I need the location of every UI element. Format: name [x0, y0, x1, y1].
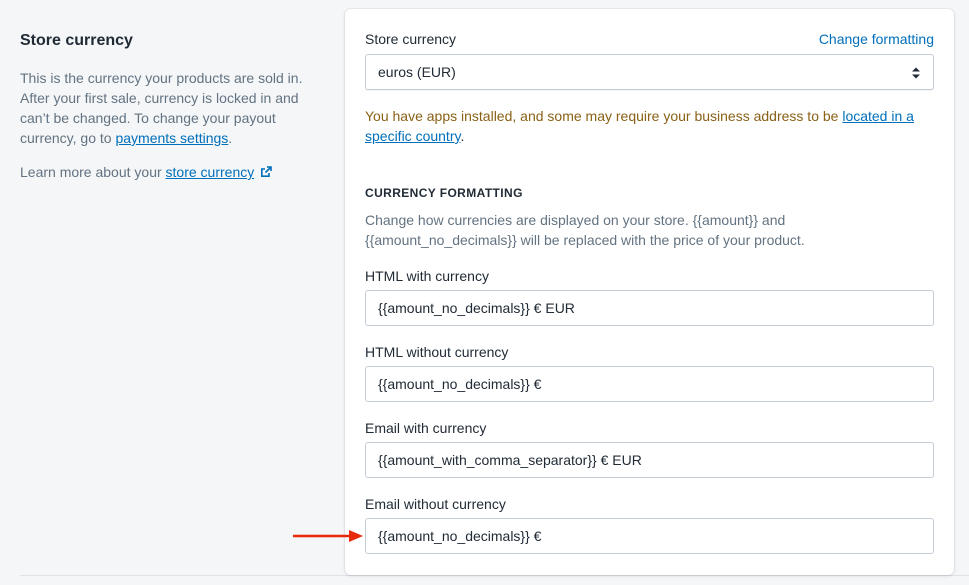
- currency-formatting-description: Change how currencies are displayed on y…: [365, 212, 805, 248]
- email-with-currency-label: Email with currency: [365, 420, 487, 436]
- payments-settings-link[interactable]: payments settings: [115, 130, 228, 146]
- change-formatting-link[interactable]: Change formatting: [819, 29, 934, 49]
- learn-more-text: Learn more about your store currency: [20, 162, 310, 182]
- store-currency-section-info: Store currency This is the currency your…: [20, 30, 310, 182]
- store-currency-link[interactable]: store currency: [166, 164, 255, 180]
- html-without-currency-input[interactable]: [365, 366, 934, 402]
- section-description: This is the currency your products are s…: [20, 70, 303, 146]
- currency-select[interactable]: euros (EUR): [365, 54, 934, 90]
- html-without-currency-label: HTML without currency: [365, 344, 509, 360]
- currency-formatting-heading: CURRENCY FORMATTING: [365, 186, 523, 200]
- apps-warning: You have apps installed, and some may re…: [365, 108, 914, 144]
- html-with-currency-input[interactable]: [365, 290, 934, 326]
- section-divider: [20, 575, 969, 576]
- email-with-currency-input[interactable]: [365, 442, 934, 478]
- store-currency-label: Store currency: [365, 31, 457, 47]
- select-arrows-icon: [912, 67, 920, 79]
- external-link-icon[interactable]: [260, 166, 273, 178]
- section-title: Store currency: [20, 32, 133, 49]
- email-without-currency-label: Email without currency: [365, 496, 506, 512]
- currency-select-value: euros (EUR): [378, 64, 456, 80]
- html-with-currency-label: HTML with currency: [365, 268, 489, 284]
- annotation-arrow-icon: [293, 530, 363, 542]
- store-currency-card: Store currency Change formatting euros (…: [345, 9, 954, 575]
- email-without-currency-input[interactable]: [365, 518, 934, 554]
